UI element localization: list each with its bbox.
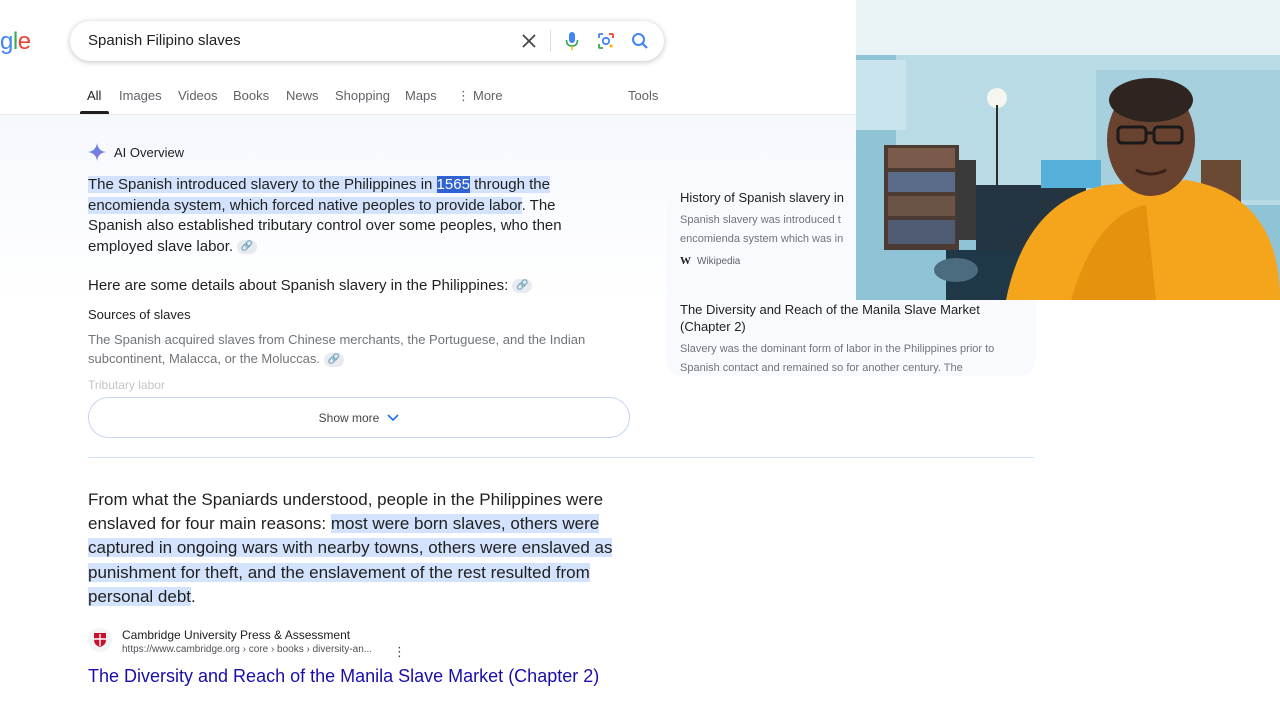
- tab-shopping[interactable]: Shopping: [335, 88, 390, 103]
- active-tab-indicator: [80, 111, 109, 114]
- tab-books[interactable]: Books: [233, 88, 269, 103]
- tab-more[interactable]: ⋮ More: [457, 88, 503, 104]
- tab-images[interactable]: Images: [119, 88, 162, 103]
- result-source-text: Cambridge University Press & Assessment …: [122, 628, 372, 655]
- tab-all[interactable]: All: [87, 88, 101, 103]
- clear-icon[interactable]: [519, 31, 539, 51]
- link-chip-icon[interactable]: 🔗: [323, 352, 344, 367]
- webcam-video-image: [856, 0, 1280, 300]
- snippet-end: .: [191, 586, 196, 606]
- details-heading: Here are some details about Spanish slav…: [88, 277, 533, 294]
- search-box[interactable]: Spanish Filipino slaves: [70, 21, 664, 61]
- tools-button[interactable]: Tools: [628, 88, 658, 103]
- source-card-title[interactable]: History of Spanish slavery in: [680, 190, 844, 205]
- more-options-icon[interactable]: ⋮: [393, 644, 406, 660]
- source-card-text: Spanish slavery was introduced t encomie…: [680, 214, 844, 245]
- result-url: https://www.cambridge.org › core › books…: [122, 644, 373, 655]
- link-chip-icon[interactable]: 🔗: [512, 279, 533, 294]
- search-tabs: All Images Videos Books News Shopping Ma…: [0, 80, 856, 115]
- faded-next-heading: Tributary labor: [88, 378, 165, 392]
- section-divider: [88, 457, 1034, 458]
- google-logo[interactable]: gle: [0, 28, 31, 56]
- microphone-icon[interactable]: [562, 31, 582, 51]
- show-more-label: Show more: [318, 410, 380, 425]
- webcam-overlay: [856, 0, 1280, 300]
- result-source[interactable]: Cambridge University Press & Assessment …: [88, 628, 406, 659]
- featured-snippet: From what the Spaniards understood, peop…: [88, 488, 658, 609]
- details-heading-text: Here are some details about Spanish slav…: [88, 277, 509, 294]
- tab-news[interactable]: News: [286, 88, 319, 103]
- logo-text: gle: [0, 28, 31, 55]
- wikipedia-icon: W: [680, 255, 691, 267]
- link-chip-icon[interactable]: 🔗: [237, 239, 258, 254]
- source-card-site: Wikipedia: [697, 255, 741, 267]
- source-card-attribution: W Wikipedia: [680, 255, 740, 267]
- summary-highlight-year: 1565: [436, 176, 470, 193]
- chevron-down-icon: [387, 413, 399, 421]
- search-input[interactable]: Spanish Filipino slaves: [88, 32, 241, 49]
- ai-overview-summary: The Spanish introduced slavery to the Ph…: [88, 175, 608, 257]
- gemini-sparkle-icon: [88, 143, 106, 161]
- tab-maps[interactable]: Maps: [405, 88, 437, 103]
- ai-overview-label: AI Overview: [114, 144, 185, 160]
- sources-heading: Sources of slaves: [88, 307, 191, 322]
- google-lens-icon[interactable]: [596, 31, 616, 51]
- source-card-text: Slavery was the dominant form of labor i…: [680, 343, 995, 374]
- tab-videos[interactable]: Videos: [178, 88, 218, 103]
- show-more-button[interactable]: Show more: [88, 397, 630, 438]
- summary-highlight-a: The Spanish introduced slavery to the Ph…: [88, 176, 437, 193]
- search-icon[interactable]: [630, 31, 650, 51]
- ai-overview-header: AI Overview: [88, 143, 184, 161]
- cambridge-favicon-icon: [88, 628, 112, 652]
- result-title-link[interactable]: The Diversity and Reach of the Manila Sl…: [88, 664, 628, 689]
- search-divider: [550, 30, 551, 52]
- tab-more-label: More: [473, 88, 503, 103]
- source-card-title[interactable]: The Diversity and Reach of the Manila Sl…: [680, 301, 1010, 335]
- result-site-name: Cambridge University Press & Assessment: [122, 628, 351, 642]
- sources-text: The Spanish acquired slaves from Chinese…: [88, 330, 633, 368]
- more-vertical-icon: ⋮: [457, 88, 470, 103]
